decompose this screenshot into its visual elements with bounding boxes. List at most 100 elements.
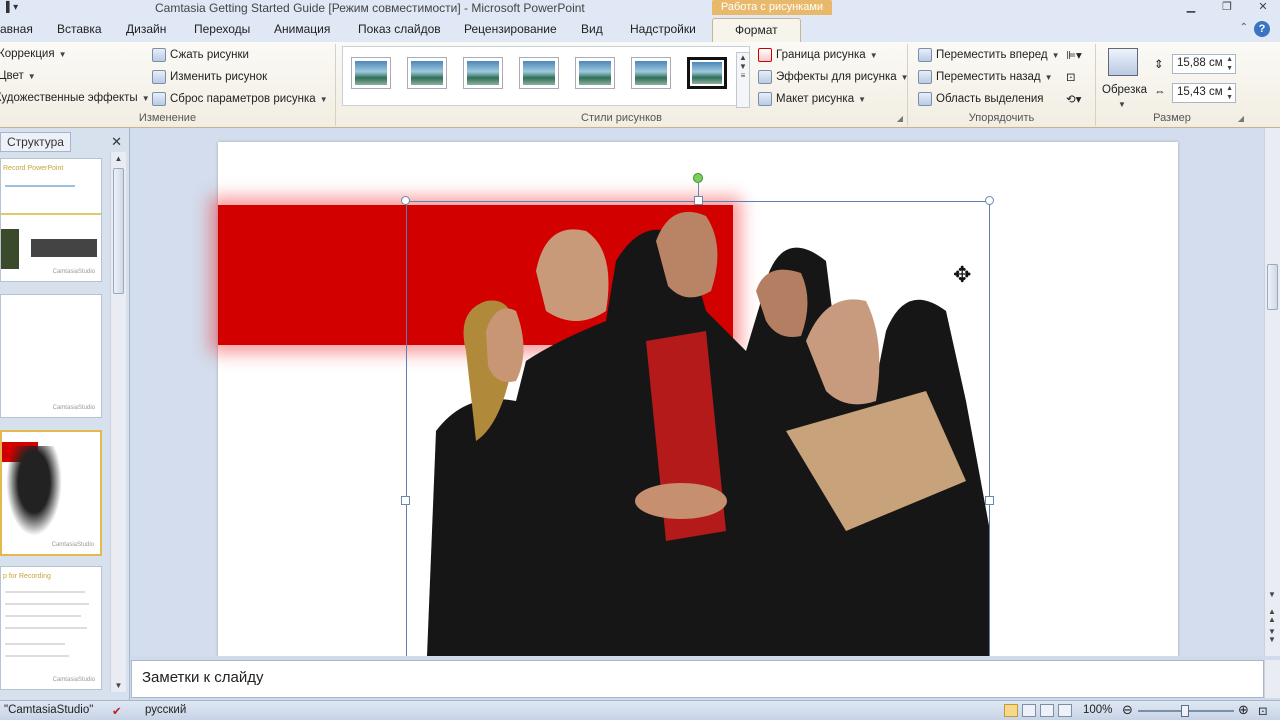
dropdown-arrow-icon: ▼ [1044, 72, 1053, 82]
tab-addins[interactable]: Надстройки [630, 18, 696, 42]
tab-view[interactable]: Вид [581, 18, 603, 42]
slide-thumbnail-4[interactable]: p for Recording CamtasiaStudio [0, 566, 102, 690]
width-icon: ⇔ [1154, 86, 1166, 98]
dropdown-arrow-icon[interactable]: ▼ [1118, 100, 1126, 109]
selection-pane-button[interactable]: Область выделения [918, 92, 1044, 106]
width-spinner[interactable]: 15,43 см ▲ ▼ [1172, 83, 1236, 103]
style-preview-image [635, 61, 667, 85]
picture-style-5[interactable] [575, 57, 615, 89]
minimize-icon[interactable]: ▁ [1176, 0, 1206, 16]
scroll-thumb[interactable] [113, 168, 124, 294]
selection-frame [406, 201, 990, 656]
tab-outline[interactable]: Структура [0, 132, 71, 152]
tab-animations[interactable]: Анимация [274, 18, 330, 42]
picture-style-4[interactable] [519, 57, 559, 89]
resize-handle-w[interactable] [401, 496, 410, 505]
spellcheck-icon[interactable]: ✔ [112, 704, 122, 718]
tab-format[interactable]: Формат [712, 18, 801, 42]
zoom-out-icon[interactable]: ⊖ [1122, 702, 1133, 718]
previous-slide-icon[interactable]: ▲ ▲ [1268, 608, 1276, 624]
thumb-line [1, 213, 101, 215]
rotate-icon[interactable]: ⟲▾ [1066, 92, 1081, 106]
notes-pane[interactable]: Заметки к слайду [131, 660, 1264, 698]
close-panel-icon[interactable]: ✕ [111, 134, 122, 150]
crop-button[interactable]: Обрезка [1102, 84, 1147, 96]
slide-thumbnail-2[interactable]: CamtasiaStudio [0, 294, 102, 418]
color-button[interactable]: Цвет ▼ [0, 70, 36, 82]
style-preview-image [579, 61, 611, 85]
send-backward-button[interactable]: Переместить назад ▼ [918, 70, 1053, 84]
scroll-thumb[interactable] [1267, 264, 1278, 310]
resize-handle-nw[interactable] [401, 196, 410, 205]
dialog-launcher-icon[interactable]: ◢ [1238, 114, 1244, 123]
align-icon[interactable]: ⊫▾ [1066, 48, 1082, 62]
slide-vertical-scrollbar[interactable]: ▼ ▲ ▲ ▼ ▼ [1264, 128, 1280, 656]
picture-style-7[interactable] [687, 57, 727, 89]
dropdown-arrow-icon: ▼ [1051, 50, 1060, 60]
picture-border-button[interactable]: Граница рисунка ▼ [758, 48, 878, 62]
artistic-effects-button[interactable]: Художественные эффекты ▼ [0, 92, 150, 104]
zoom-level[interactable]: 100% [1083, 704, 1112, 716]
picture-style-6[interactable] [631, 57, 671, 89]
close-icon[interactable]: ✕ [1248, 0, 1278, 16]
picture-effects-button[interactable]: Эффекты для рисунка ▼ [758, 70, 909, 84]
restore-icon[interactable]: ❐ [1212, 0, 1242, 16]
normal-view-icon[interactable] [1004, 704, 1018, 717]
reset-picture-button[interactable]: Сброс параметров рисунка ▼ [152, 92, 328, 106]
scroll-up-icon[interactable]: ▲ [111, 154, 126, 163]
tab-home[interactable]: авная [0, 18, 33, 42]
compress-pictures-button[interactable]: Сжать рисунки [152, 48, 249, 62]
notes-scrollbar[interactable] [1264, 660, 1280, 698]
theme-name[interactable]: "CamtasiaStudio" [4, 704, 93, 716]
picture-style-1[interactable] [351, 57, 391, 89]
slide-canvas[interactable]: ✥ [218, 142, 1178, 656]
thumb-line [5, 185, 75, 187]
slide-sorter-view-icon[interactable] [1022, 704, 1036, 717]
style-preview-image [523, 61, 555, 85]
dialog-launcher-icon[interactable]: ◢ [897, 114, 903, 123]
thumb-image [1, 229, 19, 269]
slide-thumbnail-1[interactable]: Record PowerPoint CamtasiaStudio [0, 158, 102, 282]
scroll-down-icon[interactable]: ▼ [111, 681, 126, 690]
ribbon-minimize-icon[interactable]: ⌃ [1240, 22, 1248, 33]
thumb-photo [6, 446, 62, 536]
crop-icon[interactable] [1108, 48, 1138, 76]
height-spinner[interactable]: 15,88 см ▲ ▼ [1172, 54, 1236, 74]
slide-thumbnail-3[interactable]: CamtasiaStudio [0, 430, 102, 556]
scroll-down-icon[interactable]: ▼ [1268, 590, 1276, 599]
tab-insert[interactable]: Вставка [57, 18, 102, 42]
tab-review[interactable]: Рецензирование [464, 18, 557, 42]
next-slide-icon[interactable]: ▼ ▼ [1268, 628, 1276, 644]
picture-layout-button[interactable]: Макет рисунка ▼ [758, 92, 866, 106]
zoom-in-icon[interactable]: ⊕ [1238, 702, 1249, 718]
spinner-arrows-icon[interactable]: ▲ ▼ [1226, 55, 1233, 73]
picture-style-3[interactable] [463, 57, 503, 89]
gallery-scroll[interactable]: ▲ ▼ ≡ [736, 52, 750, 108]
help-icon[interactable]: ? [1254, 21, 1270, 37]
bring-forward-icon [918, 48, 932, 62]
tab-slideshow[interactable]: Показ слайдов [358, 18, 441, 42]
reading-view-icon[interactable] [1040, 704, 1054, 717]
picture-style-2[interactable] [407, 57, 447, 89]
tab-design[interactable]: Дизайн [126, 18, 166, 42]
quick-access-dropdown-icon[interactable]: ▌▾ [6, 2, 18, 13]
notes-placeholder: Заметки к слайду [142, 669, 264, 686]
resize-handle-e[interactable] [985, 496, 994, 505]
change-picture-button[interactable]: Изменить рисунок [152, 70, 267, 84]
slides-panel-scrollbar[interactable]: ▲ ▼ [110, 152, 126, 692]
slide-thumb-caption: p for Recording [3, 573, 51, 580]
panel-header: Структура ✕ [0, 132, 128, 152]
move-cursor-icon: ✥ [953, 262, 972, 287]
correction-button[interactable]: Коррекция ▼ [0, 48, 66, 60]
zoom-slider-knob[interactable] [1181, 705, 1189, 717]
language-indicator[interactable]: русский [145, 704, 186, 716]
resize-handle-ne[interactable] [985, 196, 994, 205]
tab-transitions[interactable]: Переходы [194, 18, 250, 42]
fit-to-window-icon[interactable]: ⊡ [1258, 704, 1268, 718]
rotation-handle[interactable] [693, 173, 703, 183]
spinner-arrows-icon[interactable]: ▲ ▼ [1226, 84, 1233, 102]
group-objects-icon[interactable]: ⊡ [1066, 70, 1076, 84]
slideshow-view-icon[interactable] [1058, 704, 1072, 717]
resize-handle-n[interactable] [694, 196, 703, 205]
bring-forward-button[interactable]: Переместить вперед ▼ [918, 48, 1060, 62]
